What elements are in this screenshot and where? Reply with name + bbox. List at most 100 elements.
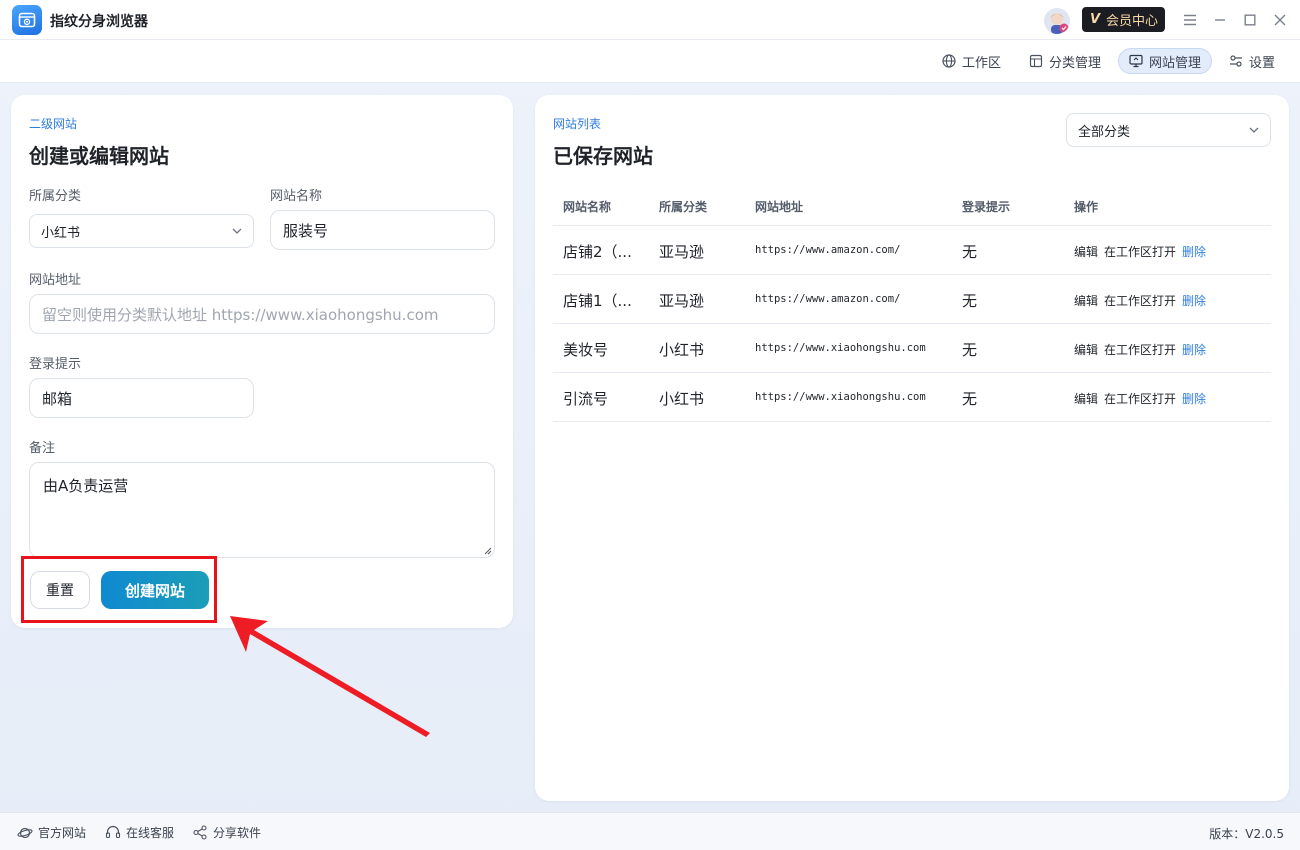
nav-site-label: 网站管理 — [1149, 55, 1202, 71]
row-actions: 编辑 在工作区打开 删除 — [1074, 341, 1206, 358]
row-login: 无 — [962, 341, 978, 359]
list-title: 已保存网站 — [553, 144, 653, 168]
note-label: 备注 — [29, 441, 56, 456]
row-url: https://www.amazon.com/ — [755, 244, 901, 256]
row-name: 店铺1（... — [563, 292, 632, 310]
footer-bar: 官方网站 在线客服 分享软件 版本：V2.0.5 — [0, 812, 1300, 850]
nav-site-management[interactable]: 网站管理 — [1118, 48, 1213, 74]
row-category: 亚马逊 — [659, 292, 705, 310]
layout-icon — [1029, 54, 1043, 68]
highlight-box-annotation — [21, 556, 217, 623]
delete-link[interactable]: 删除 — [1182, 292, 1206, 309]
site-url-input[interactable]: 留空则使用分类默认地址 https://www.xiaohongshu.com — [29, 294, 495, 334]
delete-link[interactable]: 删除 — [1182, 243, 1206, 260]
category-filter-select[interactable]: 全部分类 — [1066, 113, 1271, 147]
category-select[interactable]: 小红书 — [29, 214, 254, 248]
top-nav: 工作区 分类管理 网站管理 设置 — [0, 40, 1300, 83]
menu-button[interactable] — [1180, 10, 1200, 30]
sliders-icon — [1230, 55, 1242, 67]
vip-center-button[interactable]: V 会员中心 — [1082, 7, 1165, 32]
share-link[interactable]: 分享软件 — [192, 824, 261, 841]
pointer-arrow-annotation — [230, 616, 430, 737]
nav-settings[interactable]: 设置 — [1219, 48, 1285, 74]
edit-link[interactable]: 编辑 — [1074, 341, 1098, 358]
nav-settings-label: 设置 — [1249, 55, 1276, 71]
row-category: 小红书 — [659, 341, 705, 359]
support-label: 在线客服 — [126, 826, 175, 840]
app-title: 指纹分身浏览器 — [50, 14, 148, 30]
hamburger-icon — [1184, 14, 1196, 26]
row-url: https://www.xiaohongshu.com — [755, 391, 926, 403]
row-category: 亚马逊 — [659, 243, 705, 261]
table-row: 美妆号 小红书 https://www.xiaohongshu.com 无 编辑… — [553, 324, 1271, 373]
row-url: https://www.xiaohongshu.com — [755, 342, 926, 354]
row-actions: 编辑 在工作区打开 删除 — [1074, 292, 1206, 309]
row-category: 小红书 — [659, 390, 705, 408]
row-actions: 编辑 在工作区打开 删除 — [1074, 243, 1206, 260]
category-select-value: 小红书 — [41, 225, 81, 241]
close-icon — [1274, 14, 1286, 26]
nav-category-label: 分类管理 — [1049, 55, 1102, 71]
row-name: 美妆号 — [563, 341, 609, 359]
app-logo-icon — [12, 5, 42, 35]
note-textarea[interactable]: 由A负责运营 — [29, 462, 495, 558]
row-login: 无 — [962, 390, 978, 408]
support-link[interactable]: 在线客服 — [105, 824, 174, 841]
table-row: 店铺2（... 亚马逊 https://www.amazon.com/ 无 编辑… — [553, 226, 1271, 275]
row-actions: 编辑 在工作区打开 删除 — [1074, 390, 1206, 407]
planet-icon — [17, 827, 33, 838]
row-login: 无 — [962, 243, 978, 261]
login-hint-value: 邮箱 — [42, 389, 73, 408]
chevron-down-icon — [1249, 127, 1259, 133]
column-header-login: 登录提示 — [962, 200, 1011, 214]
site-url-placeholder: 留空则使用分类默认地址 https://www.xiaohongshu.com — [42, 305, 439, 324]
maximize-button[interactable] — [1240, 10, 1260, 30]
edit-link[interactable]: 编辑 — [1074, 390, 1098, 407]
user-avatar[interactable] — [1044, 8, 1070, 34]
login-hint-input[interactable]: 邮箱 — [29, 378, 254, 418]
headset-icon — [105, 825, 121, 839]
edit-link[interactable]: 编辑 — [1074, 243, 1098, 260]
vip-badge-icon: V — [1089, 12, 1101, 27]
monitor-icon — [1129, 54, 1143, 68]
globe-icon — [942, 54, 956, 68]
close-button[interactable] — [1270, 10, 1290, 30]
form-title: 创建或编辑网站 — [29, 144, 169, 168]
edit-link[interactable]: 编辑 — [1074, 292, 1098, 309]
chevron-down-icon — [232, 228, 242, 234]
minimize-button[interactable] — [1210, 10, 1230, 30]
maximize-icon — [1244, 14, 1256, 26]
version-text: 版本：V2.0.5 — [1209, 827, 1284, 841]
site-name-value: 服装号 — [283, 221, 329, 240]
note-value: 由A负责运营 — [43, 477, 129, 495]
share-label: 分享软件 — [213, 826, 262, 840]
column-header-actions: 操作 — [1074, 200, 1099, 214]
form-eyebrow: 二级网站 — [29, 117, 78, 131]
nav-workspace-label: 工作区 — [962, 55, 1002, 71]
row-login: 无 — [962, 292, 978, 310]
open-in-workspace-link[interactable]: 在工作区打开 — [1104, 292, 1176, 309]
site-list-card — [535, 95, 1289, 801]
category-label: 所属分类 — [29, 189, 82, 204]
resize-grip-icon[interactable] — [483, 546, 492, 555]
official-site-link[interactable]: 官方网站 — [17, 824, 86, 841]
open-in-workspace-link[interactable]: 在工作区打开 — [1104, 341, 1176, 358]
open-in-workspace-link[interactable]: 在工作区打开 — [1104, 390, 1176, 407]
site-name-label: 网站名称 — [270, 189, 323, 204]
table-row: 引流号 小红书 https://www.xiaohongshu.com 无 编辑… — [553, 373, 1271, 422]
row-name: 店铺2（... — [563, 243, 632, 261]
column-header-name: 网站名称 — [563, 200, 612, 214]
site-url-label: 网站地址 — [29, 273, 82, 288]
delete-link[interactable]: 删除 — [1182, 390, 1206, 407]
row-name: 引流号 — [563, 390, 609, 408]
nav-category-management[interactable]: 分类管理 — [1019, 48, 1111, 74]
open-in-workspace-link[interactable]: 在工作区打开 — [1104, 243, 1176, 260]
column-header-url: 网站地址 — [755, 200, 804, 214]
site-name-input[interactable]: 服装号 — [270, 210, 495, 250]
column-header-category: 所属分类 — [659, 200, 708, 214]
title-bar: 指纹分身浏览器 V 会员中心 — [0, 0, 1300, 40]
nav-workspace[interactable]: 工作区 — [932, 48, 1011, 74]
delete-link[interactable]: 删除 — [1182, 341, 1206, 358]
table-row: 店铺1（... 亚马逊 https://www.amazon.com/ 无 编辑… — [553, 275, 1271, 324]
list-eyebrow: 网站列表 — [553, 117, 602, 131]
